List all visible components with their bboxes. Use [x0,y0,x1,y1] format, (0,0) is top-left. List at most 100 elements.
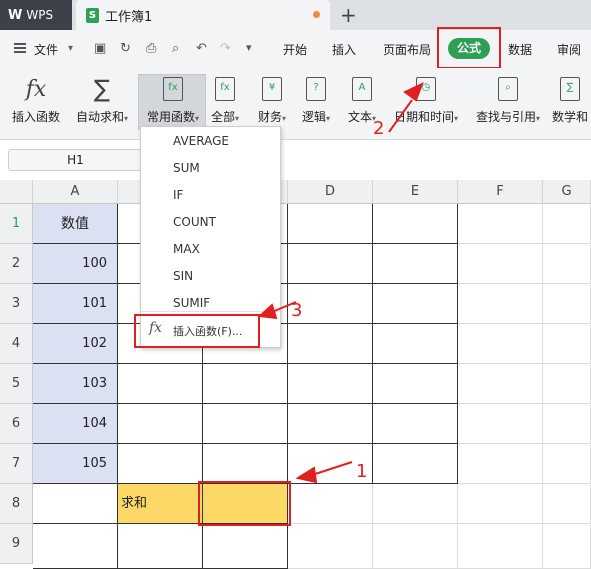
common-functions-button[interactable]: fx 常用函数▾ [140,74,206,125]
cell-f4[interactable] [458,324,543,364]
cell-b9[interactable] [118,524,203,569]
date-time-button[interactable]: ◷ 日期和时间▾ [390,74,462,125]
column-header-d[interactable]: D [288,180,373,204]
finance-button[interactable]: ¥ 财务▾ [256,74,288,125]
cell-e2[interactable] [373,244,458,284]
insert-function-button[interactable]: fx 插入函数 [8,74,64,125]
cell-f8[interactable] [458,484,543,524]
cell-c9[interactable] [203,524,288,569]
new-tab-button[interactable]: + [340,3,357,27]
column-header-a[interactable]: A [33,180,118,204]
redo-icon[interactable]: ↷ [220,41,231,56]
row-header-1[interactable]: 1 [0,204,33,244]
cell-b5[interactable] [118,364,203,404]
row-header-2[interactable]: 2 [0,244,33,284]
cell-g7[interactable] [543,444,591,484]
dropdown-item-if[interactable]: IF [173,188,183,202]
dropdown-item-sum[interactable]: SUM [173,161,200,175]
cell-c7[interactable] [203,444,288,484]
cell-a5[interactable]: 103 [33,364,118,404]
logic-button[interactable]: ? 逻辑▾ [300,74,332,125]
cell-a1[interactable]: 数值 [33,204,118,244]
row-header-4[interactable]: 4 [0,324,33,364]
undo-icon[interactable]: ↶ [196,41,207,56]
dropdown-item-sumif[interactable]: SUMIF [173,296,210,310]
name-box[interactable]: H1 [8,149,143,171]
cell-d2[interactable] [288,244,373,284]
cell-d6[interactable] [288,404,373,444]
customize-icon[interactable]: ▾ [246,41,252,54]
cell-g4[interactable] [543,324,591,364]
cell-f6[interactable] [458,404,543,444]
dropdown-item-sin[interactable]: SIN [173,269,193,283]
cell-f9[interactable] [458,524,543,569]
cell-e5[interactable] [373,364,458,404]
cell-f7[interactable] [458,444,543,484]
cell-b8[interactable]: 求和 [118,484,203,524]
dropdown-item-average[interactable]: AVERAGE [173,134,229,148]
cell-d5[interactable] [288,364,373,404]
cell-a9[interactable] [33,524,118,569]
all-functions-button[interactable]: fx 全部▾ [210,74,240,125]
menu-item-page-layout[interactable]: 页面布局 [383,41,431,58]
dropdown-item-max[interactable]: MAX [173,242,200,256]
cell-a8[interactable] [33,484,118,524]
menu-item-review[interactable]: 审阅 [557,41,581,58]
row-header-6[interactable]: 6 [0,404,33,444]
cell-a4[interactable]: 102 [33,324,118,364]
cell-d8[interactable] [288,484,373,524]
row-header-7[interactable]: 7 [0,444,33,484]
cell-g2[interactable] [543,244,591,284]
cell-g5[interactable] [543,364,591,404]
autosum-button[interactable]: ∑ 自动求和▾ [72,74,132,125]
cell-e6[interactable] [373,404,458,444]
cell-g8[interactable] [543,484,591,524]
dropdown-item-count[interactable]: COUNT [173,215,216,229]
row-header-9[interactable]: 9 [0,524,33,564]
row-header-8[interactable]: 8 [0,484,33,524]
hamburger-icon[interactable] [14,43,26,53]
cell-e1[interactable] [373,204,458,244]
cell-e9[interactable] [373,524,458,569]
save-icon[interactable]: ▣ [94,41,106,56]
cell-e3[interactable] [373,284,458,324]
cell-b7[interactable] [118,444,203,484]
row-header-3[interactable]: 3 [0,284,33,324]
lookup-reference-button[interactable]: ⌕ 查找与引用▾ [472,74,544,125]
cell-a6[interactable]: 104 [33,404,118,444]
cell-e4[interactable] [373,324,458,364]
cell-f3[interactable] [458,284,543,324]
cell-a2[interactable]: 100 [33,244,118,284]
undo-history-icon[interactable]: ↻ [120,41,131,56]
cell-a3[interactable]: 101 [33,284,118,324]
print-preview-icon[interactable]: ⌕ [172,41,179,56]
cell-d1[interactable] [288,204,373,244]
cell-g3[interactable] [543,284,591,324]
column-header-e[interactable]: E [373,180,458,204]
math-button[interactable]: ∑ 数学和 [552,74,590,125]
cell-g6[interactable] [543,404,591,444]
print-icon[interactable]: ⎙ [146,41,156,56]
menu-item-insert[interactable]: 插入 [332,41,356,58]
menu-item-data[interactable]: 数据 [508,41,532,58]
cell-e8[interactable] [373,484,458,524]
cell-f2[interactable] [458,244,543,284]
select-all-corner[interactable] [0,180,33,204]
cell-f5[interactable] [458,364,543,404]
cell-a7[interactable]: 105 [33,444,118,484]
column-header-f[interactable]: F [458,180,543,204]
cell-f1[interactable] [458,204,543,244]
cell-c5[interactable] [203,364,288,404]
cell-c6[interactable] [203,404,288,444]
cell-d9[interactable] [288,524,373,569]
cell-g9[interactable] [543,524,591,569]
document-tab[interactable]: S 工作簿1 [76,0,330,30]
cell-d4[interactable] [288,324,373,364]
wps-home-tab[interactable]: W WPS [0,0,72,30]
column-header-g[interactable]: G [543,180,591,204]
file-menu[interactable]: 文件 [34,41,58,58]
cell-b6[interactable] [118,404,203,444]
menu-item-home[interactable]: 开始 [283,41,307,58]
cell-g1[interactable] [543,204,591,244]
row-header-5[interactable]: 5 [0,364,33,404]
